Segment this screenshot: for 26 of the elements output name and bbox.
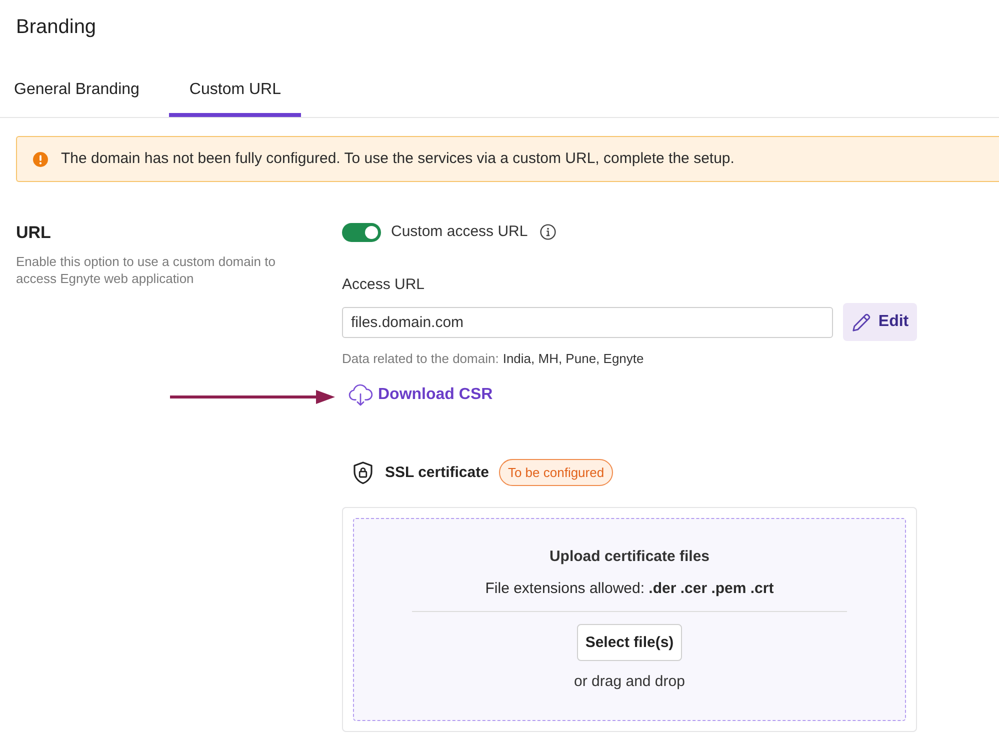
alert-message: The domain has not been fully configured. To use the services via a custom URL, complete the setup. — [61, 149, 734, 169]
upload-title: Upload certificate files — [549, 547, 710, 567]
domain-info-value: India, MH, Pune, Egnyte — [502, 351, 644, 367]
select-files-button[interactable]: Select file(s) — [577, 624, 682, 661]
section-description: Enable this option to use a custom domain to access Egnyte web application — [16, 253, 276, 287]
section-heading: URL — [16, 222, 51, 244]
shield-lock-icon — [352, 460, 374, 484]
tab[interactable]: Custom URL — [169, 70, 301, 117]
warning-icon — [33, 152, 48, 166]
status-badge: To be configured — [498, 459, 614, 486]
download-csr-link[interactable]: Download CSR — [348, 383, 493, 407]
url-input[interactable]: files.domain.com — [342, 306, 833, 338]
page-title: Branding — [15, 15, 98, 40]
pencil-icon — [851, 312, 872, 332]
drop-zone[interactable]: Upload certificate files File extensions allowed: .der .cer .pem .crt Select file(s) or drag and drop — [353, 518, 906, 721]
toggle-label: Custom access URL — [391, 222, 528, 242]
ssl-title: SSL certificate — [385, 462, 489, 482]
tab[interactable]: General Branding — [0, 70, 160, 117]
file-extensions-text: File extensions allowed: .der .cer .pem .crt — [485, 579, 774, 599]
domain-info-label: Data related to the domain: — [342, 351, 499, 367]
cloud-download-icon — [348, 384, 373, 406]
toggle-switch[interactable] — [342, 222, 381, 242]
drag-drop-hint: or drag and drop — [574, 672, 685, 692]
edit-button[interactable]: Edit — [843, 303, 917, 341]
info-icon[interactable] — [540, 224, 556, 240]
field-label: Access URL — [342, 275, 425, 295]
